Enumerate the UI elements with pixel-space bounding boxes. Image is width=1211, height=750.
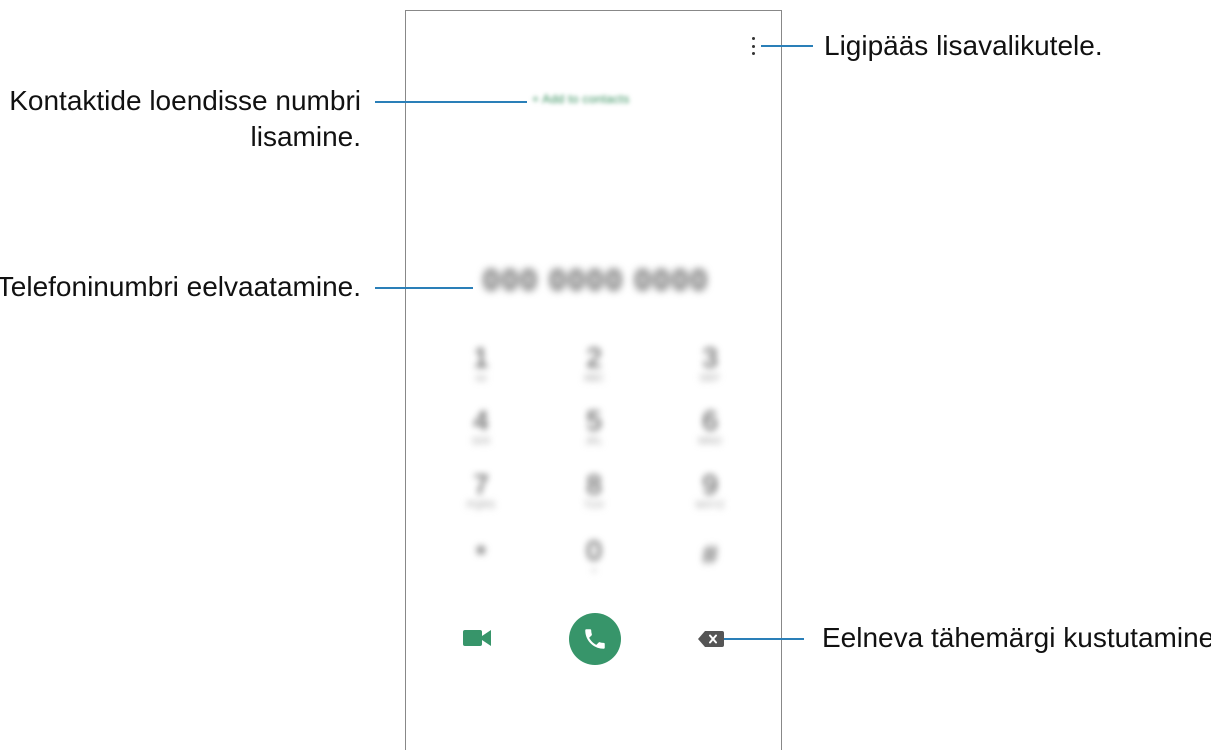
add-to-contacts-button[interactable]: + Add to contacts [532, 92, 630, 106]
key-letters: GHI [472, 436, 490, 447]
label-delete-char: Eelneva tähemärgi kustutamine. [822, 622, 1211, 653]
key-letters: JKL [585, 436, 603, 447]
key-digit: * [475, 539, 487, 570]
key-digit: 5 [586, 405, 602, 436]
key-digit: 0 [586, 535, 602, 566]
keypad-key-8[interactable]: 8 TUV [564, 470, 624, 512]
key-digit: 1 [473, 342, 489, 373]
phone-number-display: 000 0000 0000 [482, 264, 710, 297]
key-digit: 4 [473, 405, 489, 436]
keypad-key-5[interactable]: 5 JKL [564, 406, 624, 448]
key-digit: 9 [702, 469, 718, 500]
callout-line-more-options [761, 45, 813, 47]
key-letters: ABC [583, 373, 605, 384]
keypad-key-0[interactable]: 0 + [564, 536, 624, 578]
keypad-key-9[interactable]: 9 WXYZ [680, 470, 740, 512]
keypad-key-4[interactable]: 4 GHI [451, 406, 511, 448]
key-letters: + [591, 566, 597, 577]
keypad-key-1[interactable]: 1 oo [451, 343, 511, 385]
label-add-contact-line2: lisamine. [250, 121, 361, 152]
key-digit: 2 [586, 342, 602, 373]
more-options-icon[interactable] [747, 37, 759, 55]
key-digit: 8 [586, 469, 602, 500]
label-add-contact-line1: Kontaktide loendisse numbri [9, 85, 361, 116]
keypad-key-3[interactable]: 3 DEF [680, 343, 740, 385]
label-more-options: Ligipääs lisavalikutele. [824, 30, 1103, 61]
key-digit: 7 [473, 469, 489, 500]
key-letters: DEF [700, 373, 720, 384]
keypad-key-7[interactable]: 7 PQRS [451, 470, 511, 512]
video-call-icon[interactable] [462, 627, 492, 649]
key-digit: 6 [702, 405, 718, 436]
key-letters: MNO [698, 436, 722, 447]
key-letters: oo [475, 373, 487, 384]
call-button[interactable] [569, 613, 621, 665]
key-letters: TUV [584, 500, 604, 511]
phone-icon [585, 629, 605, 649]
keypad-key-star[interactable]: * [451, 540, 511, 570]
key-letters: PQRS [466, 500, 496, 511]
key-letters: WXYZ [695, 500, 725, 511]
keypad-key-2[interactable]: 2 ABC [564, 343, 624, 385]
keypad-key-6[interactable]: 6 MNO [680, 406, 740, 448]
keypad-key-hash[interactable]: # [680, 540, 740, 570]
callout-line-add-contact [375, 101, 527, 103]
backspace-icon[interactable] [698, 631, 724, 647]
key-digit: 3 [702, 342, 718, 373]
label-preview-number: Telefoninumbri eelvaatamine. [0, 271, 361, 302]
callout-line-preview-number [375, 287, 473, 289]
callout-line-delete-char [724, 638, 804, 640]
key-digit: # [702, 539, 718, 570]
